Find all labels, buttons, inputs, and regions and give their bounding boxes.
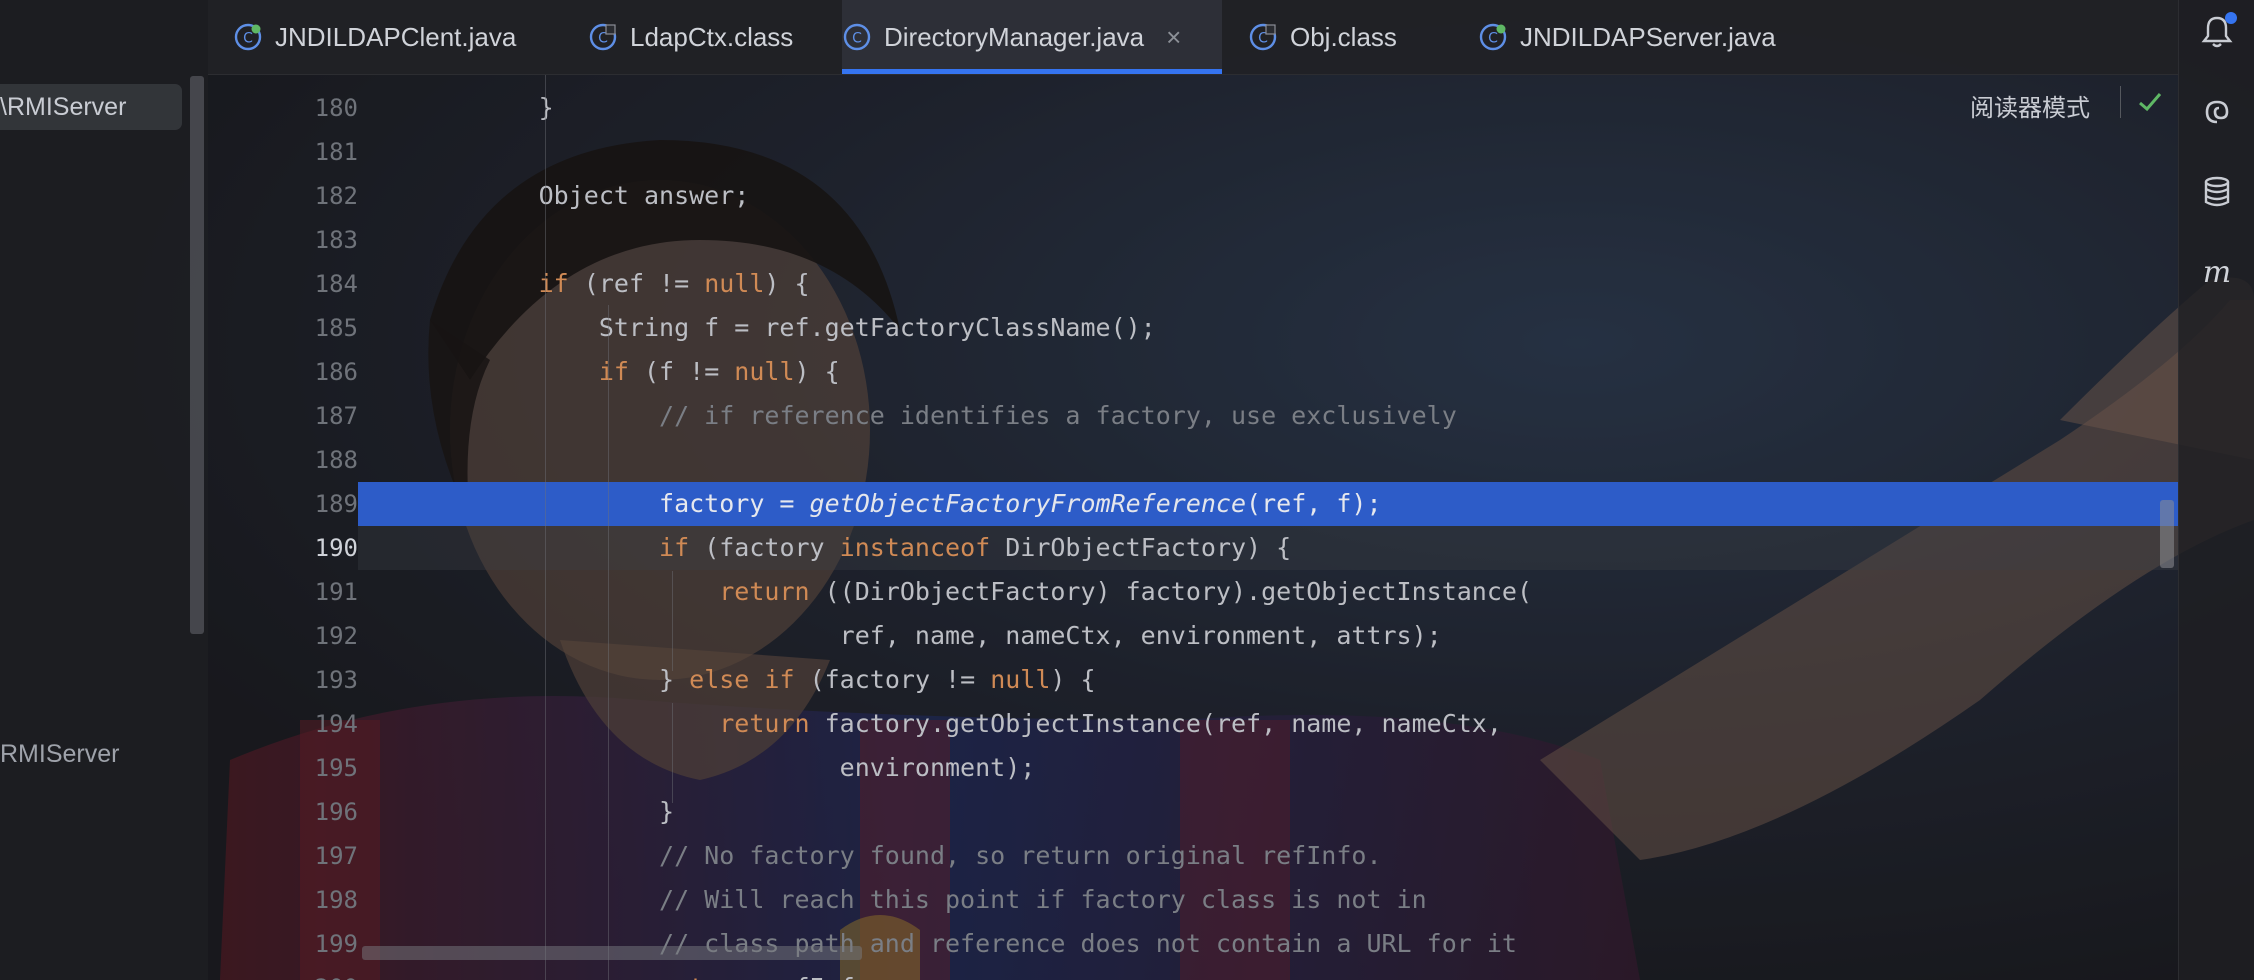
code-line[interactable]: Object answer; (358, 174, 2178, 218)
close-icon[interactable]: × (1166, 22, 1181, 53)
code-line-current[interactable]: if (factory instanceof DirObjectFactory)… (358, 526, 2178, 570)
code-line[interactable] (358, 130, 2178, 174)
code-line[interactable]: if (f != null) { (358, 350, 2178, 394)
ai-assistant-spiral-icon[interactable] (2199, 94, 2235, 130)
line-number: 199 (314, 930, 358, 958)
maven-m-icon[interactable]: m (2199, 254, 2235, 290)
tab-jndildapserver[interactable]: C JNDILDAPServer.java (1478, 0, 1776, 74)
line-number: 186 (314, 358, 358, 386)
right-tool-strip: m (2178, 0, 2254, 980)
ide-window: \RMIServer RMIServer C JNDILDAPClent.jav… (0, 0, 2254, 980)
code-line[interactable]: return refInfo; (358, 966, 2178, 980)
project-panel: \RMIServer RMIServer (0, 0, 208, 980)
code-line-selected[interactable]: factory = getObjectFactoryFromReference(… (358, 482, 2178, 526)
line-number-gutter: 180 181 182 183 184 185 186 187 188 189 … (208, 75, 358, 980)
code-line[interactable]: String f = ref.getFactoryClassName(); (358, 306, 2178, 350)
class-icon: C (843, 23, 871, 51)
line-number: 195 (314, 754, 358, 782)
indent-guide (672, 703, 673, 803)
tab-label: LdapCtx.class (630, 21, 794, 52)
project-panel-scrollbar[interactable] (190, 76, 204, 634)
editor-tab-bar: C JNDILDAPClent.java C LdapCtx.class C D… (208, 0, 2178, 75)
code-line[interactable] (358, 438, 2178, 482)
java-class-icon: C (234, 23, 262, 51)
code-line[interactable]: // Will reach this point if factory clas… (358, 878, 2178, 922)
database-icon[interactable] (2199, 174, 2235, 210)
tab-ldapctx[interactable]: C LdapCtx.class (588, 0, 793, 74)
class-file-icon: C (1249, 23, 1277, 51)
line-number: 200 (228, 966, 358, 980)
tab-label: Obj.class (1290, 21, 1397, 52)
line-number: 192 (314, 622, 358, 650)
tab-label: DirectoryManager.java (884, 21, 1145, 52)
line-number: 180 (314, 94, 358, 122)
svg-text:C: C (243, 31, 253, 47)
code-line[interactable] (358, 218, 2178, 262)
code-line[interactable]: } (358, 86, 2178, 130)
line-number: 198 (314, 886, 358, 914)
line-number: 196 (314, 798, 358, 826)
line-number: 182 (314, 182, 358, 210)
project-tree-item-rmiserver-lower[interactable]: RMIServer (0, 740, 119, 769)
tab-directorymanager[interactable]: C DirectoryManager.java × (842, 0, 1222, 74)
svg-text:C: C (852, 31, 862, 47)
code-line[interactable]: return factory.getObjectInstance(ref, na… (358, 702, 2178, 746)
code-line[interactable]: environment); (358, 746, 2178, 790)
svg-text:C: C (1488, 31, 1498, 47)
line-number: 181 (314, 138, 358, 166)
tab-jndildapclent[interactable]: C JNDILDAPClent.java (233, 0, 516, 74)
code-area[interactable]: } Object answer; if (ref != null) { Stri… (358, 75, 2178, 980)
java-class-icon: C (1479, 23, 1507, 51)
code-line[interactable]: // if reference identifies a factory, us… (358, 394, 2178, 438)
reader-mode-toggle[interactable]: 阅读器模式 (1970, 88, 2090, 123)
line-number: 193 (314, 666, 358, 694)
svg-text:m: m (2203, 255, 2231, 290)
line-number: 188 (314, 446, 358, 474)
line-number: 185 (314, 314, 358, 342)
code-editor[interactable]: 180 181 182 183 184 185 186 187 188 189 … (208, 75, 2178, 980)
line-number: 187 (314, 402, 358, 430)
line-number: 189 (314, 490, 358, 518)
check-icon[interactable] (2136, 88, 2164, 116)
indent-guide (608, 305, 609, 980)
code-line[interactable]: ref, name, nameCtx, environment, attrs); (358, 614, 2178, 658)
reader-mode-separator (2120, 86, 2121, 118)
editor-horizontal-scrollbar[interactable] (362, 946, 862, 960)
tab-obj[interactable]: C Obj.class (1248, 0, 1398, 74)
project-tree-item-rmiserver[interactable]: \RMIServer (0, 84, 182, 130)
class-file-icon: C (589, 23, 617, 51)
line-number: 184 (314, 270, 358, 298)
line-number-current: 190 (314, 534, 358, 562)
tab-label: JNDILDAPClent.java (275, 21, 517, 52)
code-line[interactable]: } else if (factory != null) { (358, 658, 2178, 702)
code-line[interactable]: if (ref != null) { (358, 262, 2178, 306)
tab-label: JNDILDAPServer.java (1520, 21, 1776, 52)
line-number: 191 (314, 578, 358, 606)
line-number: 183 (314, 226, 358, 254)
code-line[interactable]: // No factory found, so return original … (358, 834, 2178, 878)
indent-guide (672, 571, 673, 671)
line-number: 194 (314, 710, 358, 738)
code-line[interactable]: return ((DirObjectFactory) factory).getO… (358, 570, 2178, 614)
indent-guide (545, 75, 546, 980)
editor-vertical-scrollbar[interactable] (2160, 500, 2174, 568)
code-line[interactable]: } (358, 790, 2178, 834)
line-number: 197 (314, 842, 358, 870)
notification-badge (2225, 12, 2237, 24)
